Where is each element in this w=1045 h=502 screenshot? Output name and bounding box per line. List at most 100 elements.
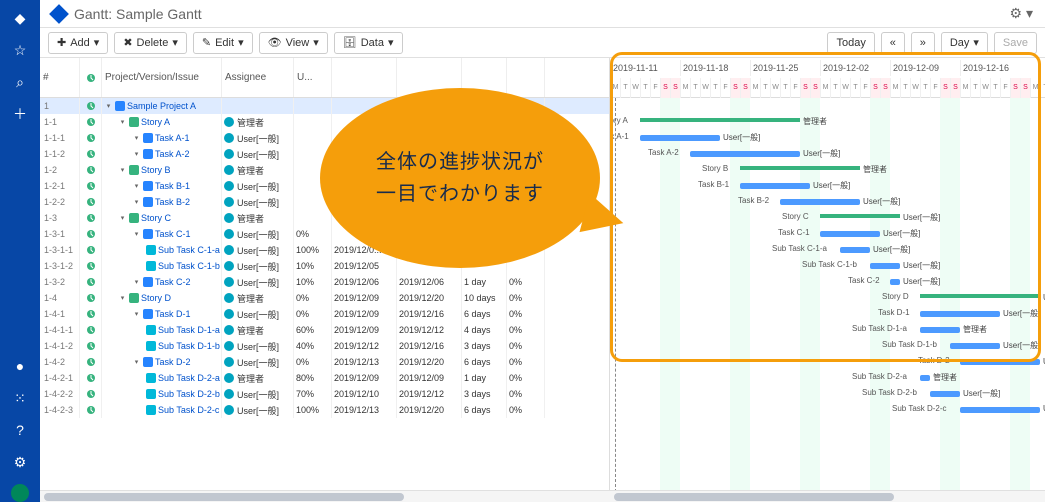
gantt-row[interactable]: Task A-2User[一般] <box>610 146 1045 162</box>
search-icon[interactable]: ⌕ <box>10 72 30 92</box>
gantt-bar[interactable] <box>820 214 900 218</box>
gantt-bar[interactable] <box>920 294 1040 298</box>
gantt-row[interactable]: Task A-1User[一般] <box>610 130 1045 146</box>
bulb-icon[interactable]: ● <box>10 356 30 376</box>
gantt-bar[interactable] <box>950 343 1000 349</box>
view-button[interactable]: 👁 View ▾ <box>259 32 328 54</box>
grid-row[interactable]: 1-3-1-2Sub Task C-1-bUser[一般]10%2019/12/… <box>40 258 609 274</box>
gantt-bar[interactable] <box>820 231 880 237</box>
grid-row[interactable]: 1-4-2-2Sub Task D-2-bUser[一般]70%2019/12/… <box>40 386 609 402</box>
twisty-icon[interactable]: ▾ <box>132 198 141 207</box>
plus-icon[interactable]: ＋ <box>10 104 30 124</box>
prev-button[interactable]: « <box>881 32 905 54</box>
gantt-row[interactable]: Task B-1User[一般] <box>610 178 1045 194</box>
twisty-icon[interactable]: ▾ <box>132 278 141 287</box>
issue-link[interactable]: Task C-2 <box>155 277 191 287</box>
col-progress[interactable]: U... <box>294 58 332 97</box>
issue-link[interactable]: Sub Task D-1-b <box>158 341 220 351</box>
gantt-row[interactable]: Story A管理者 <box>610 114 1045 130</box>
col-ts[interactable] <box>507 58 545 97</box>
gantt-bar[interactable] <box>890 279 900 285</box>
grid-row[interactable]: 1-4-2-3Sub Task D-2-cUser[一般]100%2019/12… <box>40 402 609 418</box>
delete-button[interactable]: ✖ Delete ▾ <box>114 32 187 54</box>
grid-row[interactable]: 1-3-2▾Task C-2User[一般]10%2019/12/062019/… <box>40 274 609 290</box>
next-button[interactable]: » <box>911 32 935 54</box>
gantt-bar[interactable] <box>870 263 900 269</box>
issue-link[interactable]: Story D <box>141 293 171 303</box>
grid-row[interactable]: 1-4-2▾Task D-2User[一般]0%2019/12/132019/1… <box>40 354 609 370</box>
col-issue[interactable]: Project/Version/Issue <box>102 58 222 97</box>
col-num[interactable]: # <box>40 58 80 97</box>
issue-link[interactable]: Sub Task C-1-a <box>158 245 220 255</box>
gantt-bar[interactable] <box>920 311 1000 317</box>
twisty-icon[interactable]: ▾ <box>118 118 127 127</box>
twisty-icon[interactable]: ▾ <box>118 294 127 303</box>
gantt-bar[interactable] <box>740 183 810 189</box>
gantt-bar[interactable] <box>840 247 870 253</box>
issue-link[interactable]: Task A-2 <box>155 149 190 159</box>
gantt-bar[interactable] <box>690 151 800 157</box>
help-icon[interactable]: ? <box>10 420 30 440</box>
twisty-icon[interactable]: ▾ <box>132 150 141 159</box>
twisty-icon[interactable]: ▾ <box>132 134 141 143</box>
gantt-row[interactable]: Story B管理者 <box>610 162 1045 178</box>
twisty-icon[interactable]: ▾ <box>118 214 127 223</box>
gantt-row[interactable]: Task C-1User[一般] <box>610 226 1045 242</box>
issue-link[interactable]: Sub Task D-1-a <box>158 325 220 335</box>
twisty-icon[interactable]: ▾ <box>132 310 141 319</box>
gantt-row[interactable]: Task B-2User[一般] <box>610 194 1045 210</box>
issue-link[interactable]: Task D-2 <box>155 357 191 367</box>
issue-link[interactable]: Sub Task D-2-c <box>158 405 219 415</box>
timeline-body[interactable]: Story A管理者Task A-1User[一般]Task A-2User[一… <box>610 98 1045 502</box>
edit-button[interactable]: ✎ Edit ▾ <box>193 32 253 54</box>
gantt-row[interactable]: Task C-2User[一般] <box>610 274 1045 290</box>
diamond-icon[interactable]: ◆ <box>10 8 30 28</box>
col-start[interactable] <box>332 58 397 97</box>
grid-row[interactable]: 1-4-1-2Sub Task D-1-bUser[一般]40%2019/12/… <box>40 338 609 354</box>
issue-link[interactable]: Sub Task D-2-b <box>158 389 220 399</box>
issue-link[interactable]: Sample Project A <box>127 101 196 111</box>
twisty-icon[interactable]: ▾ <box>118 166 127 175</box>
grid-row[interactable]: 1-4▾Story D管理者0%2019/12/092019/12/2010 d… <box>40 290 609 306</box>
gantt-row[interactable]: Sub Task D-1-bUser[一般] <box>610 338 1045 354</box>
issue-link[interactable]: Story C <box>141 213 171 223</box>
gantt-bar[interactable] <box>780 199 860 205</box>
issue-link[interactable]: Sub Task C-1-b <box>158 261 220 271</box>
gantt-bar[interactable] <box>960 359 1040 365</box>
gantt-row[interactable]: Sub Task C-1-aUser[一般] <box>610 242 1045 258</box>
issue-link[interactable]: Task B-2 <box>155 197 190 207</box>
twisty-icon[interactable]: ▾ <box>132 182 141 191</box>
zoom-day-button[interactable]: Day ▾ <box>941 32 988 54</box>
issue-link[interactable]: Task A-1 <box>155 133 190 143</box>
gantt-bar[interactable] <box>920 375 930 381</box>
col-status[interactable] <box>80 58 102 97</box>
star-icon[interactable]: ☆ <box>10 40 30 60</box>
gantt-row[interactable]: Sub Task D-1-a管理者 <box>610 322 1045 338</box>
settings-gear-icon[interactable]: ⚙ ▾ <box>1010 5 1033 22</box>
gantt-row[interactable]: Sub Task D-2-a管理者 <box>610 370 1045 386</box>
gantt-bar[interactable] <box>640 135 720 141</box>
gantt-bar[interactable] <box>930 391 960 397</box>
gantt-row[interactable]: Sub Task D-2-bUser[一般] <box>610 386 1045 402</box>
issue-link[interactable]: Task B-1 <box>155 181 190 191</box>
gear-icon[interactable]: ⚙ <box>10 452 30 472</box>
apps-icon[interactable]: ⁙ <box>10 388 30 408</box>
gantt-row[interactable]: Task D-1User[一般] <box>610 306 1045 322</box>
gantt-bar[interactable] <box>960 407 1040 413</box>
gantt-row[interactable]: Story DUser[一般] <box>610 290 1045 306</box>
gantt-bar[interactable] <box>920 327 960 333</box>
col-assignee[interactable]: Assignee <box>222 58 294 97</box>
issue-link[interactable]: Task D-1 <box>155 309 191 319</box>
issue-link[interactable]: Story B <box>141 165 171 175</box>
grid-row[interactable]: 1-4-2-1Sub Task D-2-a管理者80%2019/12/09201… <box>40 370 609 386</box>
issue-link[interactable]: Task C-1 <box>155 229 191 239</box>
gantt-row[interactable]: Sub Task D-2-cUser <box>610 402 1045 418</box>
issue-link[interactable]: Story A <box>141 117 170 127</box>
gantt-bar[interactable] <box>640 118 800 122</box>
gantt-row[interactable]: Story CUser[一般] <box>610 210 1045 226</box>
gantt-row[interactable] <box>610 98 1045 114</box>
gantt-row[interactable]: Task D-2User[一般] <box>610 354 1045 370</box>
avatar-icon[interactable] <box>11 484 29 502</box>
add-button[interactable]: ✚ Add ▾ <box>48 32 108 54</box>
grid-row[interactable]: 1-4-1-1Sub Task D-1-a管理者60%2019/12/09201… <box>40 322 609 338</box>
